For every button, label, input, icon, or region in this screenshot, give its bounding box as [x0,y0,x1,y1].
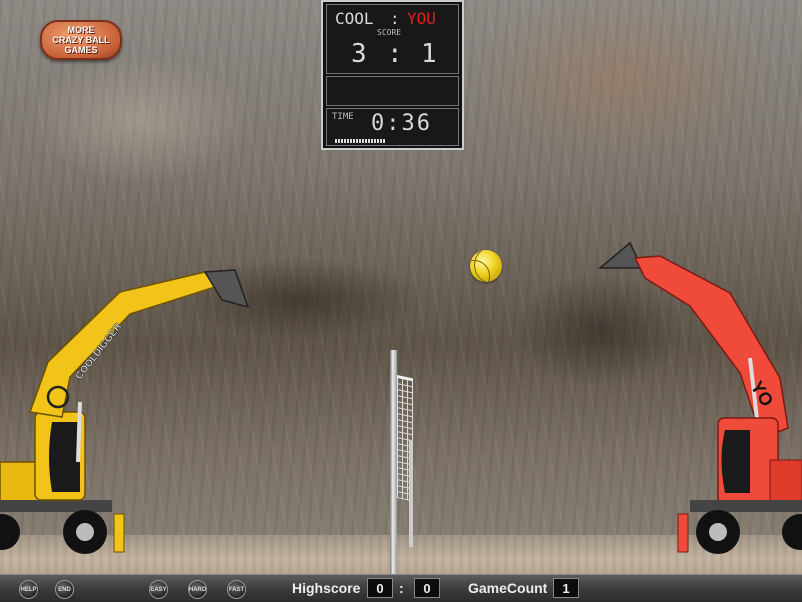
highscore-label: Highscore [292,580,361,596]
time-progress-bar [335,139,385,143]
time-value: 0:36 [371,111,432,136]
more-games-line1: MORE [67,25,95,35]
more-games-line3: GAMES [64,45,98,55]
easy-button[interactable]: EASY [149,580,168,599]
bottom-bar: HELP END EASY HARD FAST Highscore 0 : 0 … [0,574,802,602]
volleyball [470,250,502,282]
score-label: SCORE [377,28,402,37]
fast-button[interactable]: FAST [227,580,246,599]
highscore-right: 0 [414,578,440,598]
message-panel [326,76,459,106]
more-games-button[interactable]: MORE CRAZY BALL GAMES [40,20,122,60]
gamecount-label: GameCount [468,580,548,596]
hard-button[interactable]: HARD [188,580,207,599]
time-panel: TIME 0:36 [326,108,459,146]
net-pole [390,350,397,574]
player-right-name: YOU [407,9,436,28]
highscore-left: 0 [367,578,393,598]
end-button[interactable]: END [55,580,74,599]
names-separator: : [390,9,400,28]
net-post [409,440,413,547]
score-right: 1 [421,39,437,69]
right-digger: YO [597,241,802,554]
left-digger: COOLDIGGER [0,269,250,554]
scoreboard: COOL : YOU SCORE 3 : 1 TIME 0:36 [321,0,464,150]
score-separator: : [387,39,403,69]
score-left: 3 [351,39,367,69]
more-games-line2: CRAZY BALL [52,35,110,45]
help-button[interactable]: HELP [19,580,38,599]
highscore-separator: : [399,580,404,596]
time-label: TIME [332,112,354,122]
gamecount-value: 1 [553,578,579,598]
player-left-name: COOL [335,9,374,28]
score-panel: COOL : YOU SCORE 3 : 1 [326,4,459,74]
